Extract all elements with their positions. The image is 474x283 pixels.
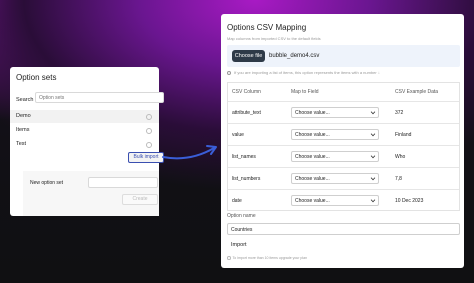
csv-column-cell: value bbox=[232, 132, 244, 138]
mapping-subtitle: Map columns from imported CSV to the def… bbox=[227, 36, 321, 41]
column-header: Map to Field bbox=[291, 89, 319, 95]
bulk-import-button[interactable]: Bulk import bbox=[128, 152, 164, 163]
option-set-item[interactable]: Demo bbox=[10, 110, 159, 123]
table-row: date Choose value... 10 Dec 2023 bbox=[228, 189, 459, 211]
option-set-item[interactable]: Items bbox=[10, 124, 159, 137]
example-data-cell: 372 bbox=[395, 110, 404, 116]
table-row: list_numbers Choose value... 7,8 bbox=[228, 167, 459, 189]
csv-mapping-panel: Options CSV Mapping Map columns from imp… bbox=[221, 14, 464, 268]
example-data-cell: Finland bbox=[395, 132, 412, 138]
table-row: value Choose value... Finland bbox=[228, 123, 459, 145]
example-data-cell: 10 Dec 2023 bbox=[395, 198, 424, 204]
chevron-down-icon bbox=[370, 197, 376, 203]
option-set-label: Test bbox=[16, 141, 27, 147]
column-header: CSV Example Data bbox=[395, 89, 439, 95]
example-data-cell: Who bbox=[395, 154, 406, 160]
file-picker: Choose file bubble_demo4.csv bbox=[227, 45, 460, 67]
option-set-label: Demo bbox=[16, 113, 31, 119]
map-to-field-select[interactable]: Choose value... bbox=[291, 173, 379, 184]
chevron-down-icon bbox=[370, 175, 376, 181]
example-data-cell: 7,8 bbox=[395, 176, 402, 182]
info-icon bbox=[227, 256, 231, 260]
choose-file-button[interactable]: Choose file bbox=[232, 50, 265, 62]
delete-icon[interactable] bbox=[146, 141, 152, 148]
arrow-icon bbox=[162, 145, 217, 160]
new-option-set-input[interactable] bbox=[88, 177, 158, 188]
import-button[interactable]: Import bbox=[231, 242, 247, 248]
csv-column-cell: list_names bbox=[232, 154, 256, 160]
option-set-label: Items bbox=[16, 127, 30, 133]
table-row: list_names Choose value... Who bbox=[228, 145, 459, 167]
info-note: If you are importing a list of items, th… bbox=[227, 70, 380, 75]
option-name-label: Option name bbox=[227, 213, 256, 219]
chevron-down-icon bbox=[370, 131, 376, 137]
option-set-item[interactable]: Test bbox=[10, 138, 159, 151]
file-name: bubble_demo4.csv bbox=[269, 53, 320, 59]
info-icon bbox=[227, 70, 231, 75]
option-sets-panel: Option sets Search Demo Items Test Bulk … bbox=[10, 67, 164, 216]
search-input[interactable] bbox=[35, 92, 164, 103]
import-note: To import more than 10 items upgrade you… bbox=[227, 256, 307, 260]
info-text: If you are importing a list of items, th… bbox=[234, 70, 380, 75]
new-option-set-section: New option set Create bbox=[23, 171, 159, 216]
new-option-set-label: New option set bbox=[30, 180, 64, 186]
delete-icon[interactable] bbox=[146, 127, 152, 134]
mapping-title: Options CSV Mapping bbox=[227, 23, 307, 32]
csv-column-cell: date bbox=[232, 198, 242, 204]
create-button[interactable]: Create bbox=[122, 194, 158, 205]
map-to-field-select[interactable]: Choose value... bbox=[291, 107, 379, 118]
search-label: Search bbox=[16, 97, 34, 103]
import-note-text: To import more than 10 items upgrade you… bbox=[232, 256, 308, 260]
delete-icon[interactable] bbox=[146, 113, 152, 120]
mapping-table: CSV Column Map to Field CSV Example Data… bbox=[227, 82, 460, 211]
chevron-down-icon bbox=[370, 109, 376, 115]
csv-column-cell: list_numbers bbox=[232, 176, 261, 182]
map-to-field-select[interactable]: Choose value... bbox=[291, 129, 379, 140]
column-header: CSV Column bbox=[232, 89, 261, 95]
chevron-down-icon bbox=[370, 153, 376, 159]
map-to-field-select[interactable]: Choose value... bbox=[291, 151, 379, 162]
table-row: attribute_text Choose value... 372 bbox=[228, 101, 459, 123]
option-name-input[interactable]: Countries bbox=[227, 223, 460, 235]
map-to-field-select[interactable]: Choose value... bbox=[291, 195, 379, 206]
csv-column-cell: attribute_text bbox=[232, 110, 261, 116]
option-sets-title: Option sets bbox=[16, 73, 57, 82]
